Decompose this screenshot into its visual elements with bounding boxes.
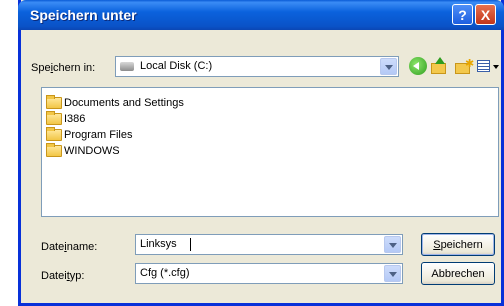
new-folder-icon[interactable]: ✱ [455, 57, 474, 75]
help-icon: ? [458, 6, 467, 23]
folder-icon [46, 143, 62, 157]
title-bar[interactable]: Speichern unter ? X [18, 0, 504, 30]
file-list[interactable]: Documents and Settings I386 Program File… [41, 87, 499, 217]
save-button[interactable]: Speichern [421, 233, 495, 256]
folder-icon [46, 95, 62, 109]
filetype-value: Cfg (*.cfg) [140, 267, 190, 279]
file-list-item[interactable]: I386 [46, 111, 85, 126]
chevron-down-icon[interactable] [384, 236, 401, 253]
chevron-down-icon[interactable] [384, 265, 401, 282]
help-button[interactable]: ? [452, 4, 473, 25]
filename-label: Dateiname: [41, 241, 98, 253]
close-icon: X [480, 6, 491, 23]
file-list-item[interactable]: WINDOWS [46, 143, 120, 158]
views-menu-icon[interactable] [477, 57, 501, 75]
up-folder-icon[interactable] [431, 57, 449, 75]
save-in-value: Local Disk (C:) [140, 60, 213, 72]
file-list-item[interactable]: Documents and Settings [46, 95, 184, 110]
close-button[interactable]: X [475, 4, 496, 25]
filetype-dropdown[interactable]: Cfg (*.cfg) [135, 263, 403, 284]
save-as-dialog: Speichern unter ? X Speichern in: Local … [18, 0, 504, 306]
folder-icon [46, 127, 62, 141]
filename-input[interactable]: Linksys [135, 234, 403, 255]
save-in-label: Speichern in: [31, 62, 96, 74]
disk-icon [120, 62, 134, 71]
save-in-dropdown[interactable]: Local Disk (C:) [115, 56, 399, 77]
filename-value: Linksys [140, 238, 177, 250]
cancel-button[interactable]: Abbrechen [421, 262, 495, 285]
chevron-down-icon[interactable] [380, 58, 397, 75]
text-caret [190, 238, 191, 251]
filetype-label: Dateityp: [41, 270, 85, 282]
back-icon[interactable] [409, 57, 427, 75]
file-list-item[interactable]: Program Files [46, 127, 132, 142]
folder-icon [46, 111, 62, 125]
window-title: Speichern unter [30, 7, 137, 23]
